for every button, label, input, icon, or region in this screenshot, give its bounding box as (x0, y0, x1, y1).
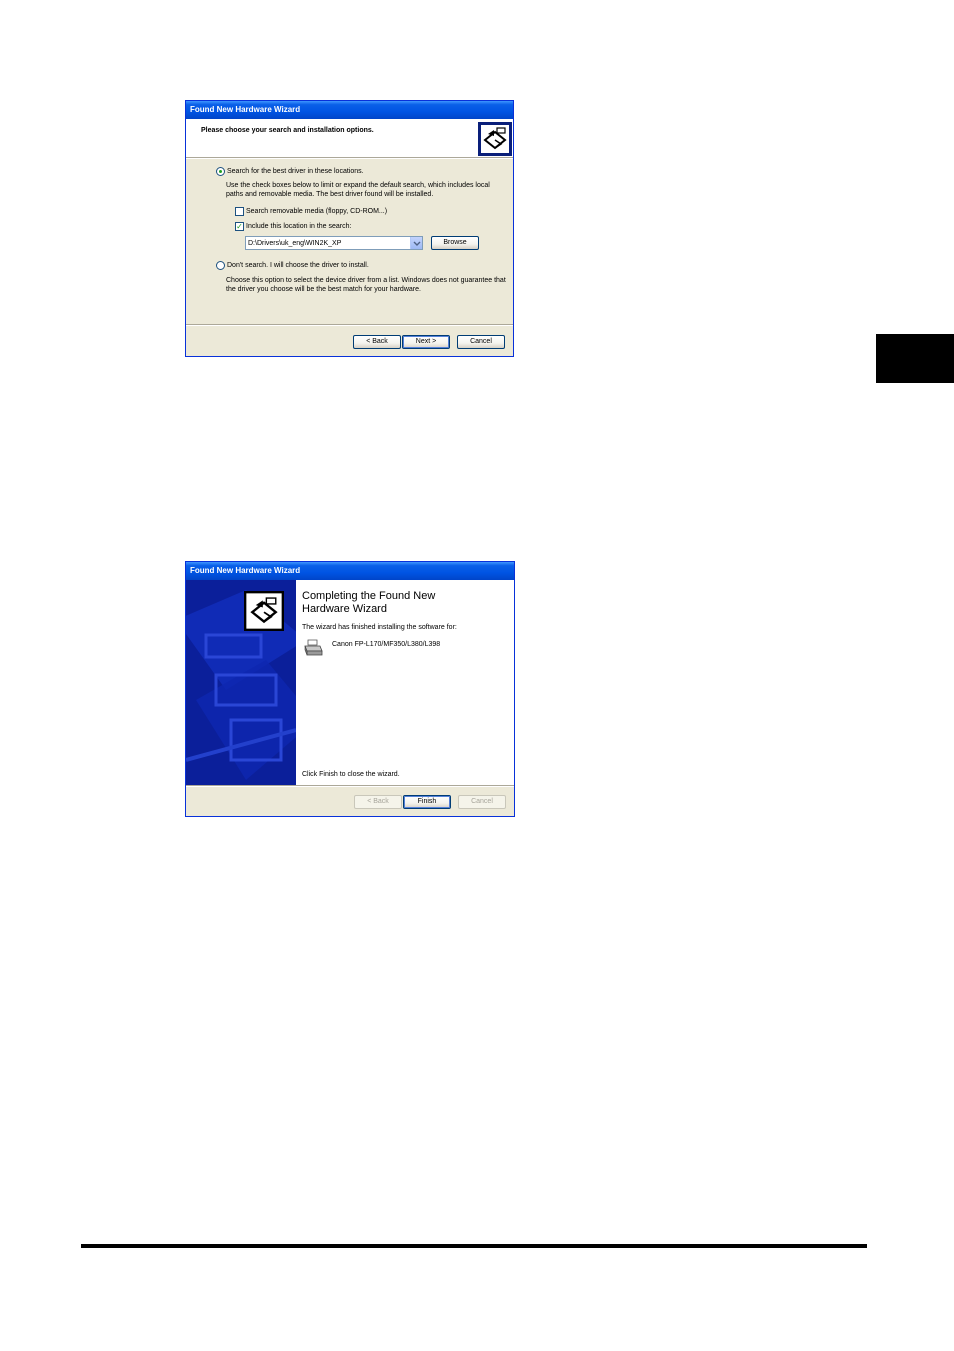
cancel-button[interactable]: Cancel (457, 335, 505, 349)
printer-icon (304, 639, 323, 656)
search-description-line1: Use the check boxes below to limit or ex… (226, 182, 490, 189)
dialog1-titlebar[interactable]: Found New Hardware Wizard (186, 101, 513, 119)
dialog2-footer-divider (186, 785, 514, 787)
search-description-line2: paths and removable media. The best driv… (226, 191, 434, 198)
search-best-driver-radio[interactable] (216, 167, 225, 176)
hardware-wizard-icon (478, 122, 512, 156)
back-button[interactable]: < Back (354, 795, 402, 809)
path-combobox[interactable]: D:\Drivers\uk_eng\WIN2K_XP (245, 236, 423, 250)
back-button[interactable]: < Back (353, 335, 401, 349)
search-options-dialog: Found New Hardware Wizard Please choose … (185, 100, 514, 357)
dialog2-content-panel: Completing the Found New Hardware Wizard… (296, 580, 514, 785)
dont-search-description-line1: Choose this option to select the device … (226, 277, 506, 284)
include-location-checkbox[interactable]: ✓ (235, 222, 244, 231)
hardware-wizard-icon (244, 591, 284, 631)
dialog1-footer-divider (186, 324, 513, 326)
dont-search-radio[interactable] (216, 261, 225, 270)
path-input-value[interactable]: D:\Drivers\uk_eng\WIN2K_XP (248, 239, 341, 248)
dialog1-header-divider (186, 157, 513, 159)
completing-wizard-dialog: Found New Hardware Wizard Completing the… (185, 561, 515, 817)
combo-dropdown-button[interactable] (410, 237, 422, 249)
removable-media-label[interactable]: Search removable media (floppy, CD-ROM..… (246, 207, 387, 216)
dialog1-header-panel: Please choose your search and installati… (186, 119, 513, 157)
search-best-driver-label[interactable]: Search for the best driver in these loca… (227, 167, 364, 176)
cancel-button[interactable]: Cancel (458, 795, 506, 809)
chevron-down-icon (413, 241, 421, 246)
dialog2-titlebar[interactable]: Found New Hardware Wizard (186, 562, 514, 580)
dialog1-heading: Please choose your search and installati… (201, 127, 374, 134)
dont-search-description-line2: the driver you choose will be the best m… (226, 286, 421, 293)
chapter-tab-marker (876, 334, 954, 383)
next-button[interactable]: Next > (402, 335, 450, 349)
include-location-label[interactable]: Include this location in the search: (246, 222, 351, 231)
wizard-side-banner (186, 580, 296, 785)
dont-search-label[interactable]: Don't search. I will choose the driver t… (227, 261, 369, 270)
completing-heading-line2: Hardware Wizard (302, 603, 387, 615)
finish-button[interactable]: Finish (403, 795, 451, 809)
page-footer-rule (81, 1244, 867, 1248)
close-hint-text: Click Finish to close the wizard. (302, 771, 400, 778)
device-name: Canon FP-L170/MF350/L380/L398 (332, 641, 441, 648)
finished-installing-text: The wizard has finished installing the s… (302, 624, 457, 631)
removable-media-checkbox[interactable] (235, 207, 244, 216)
browse-button[interactable]: Browse (431, 236, 479, 250)
completing-heading-line1: Completing the Found New (302, 590, 436, 602)
